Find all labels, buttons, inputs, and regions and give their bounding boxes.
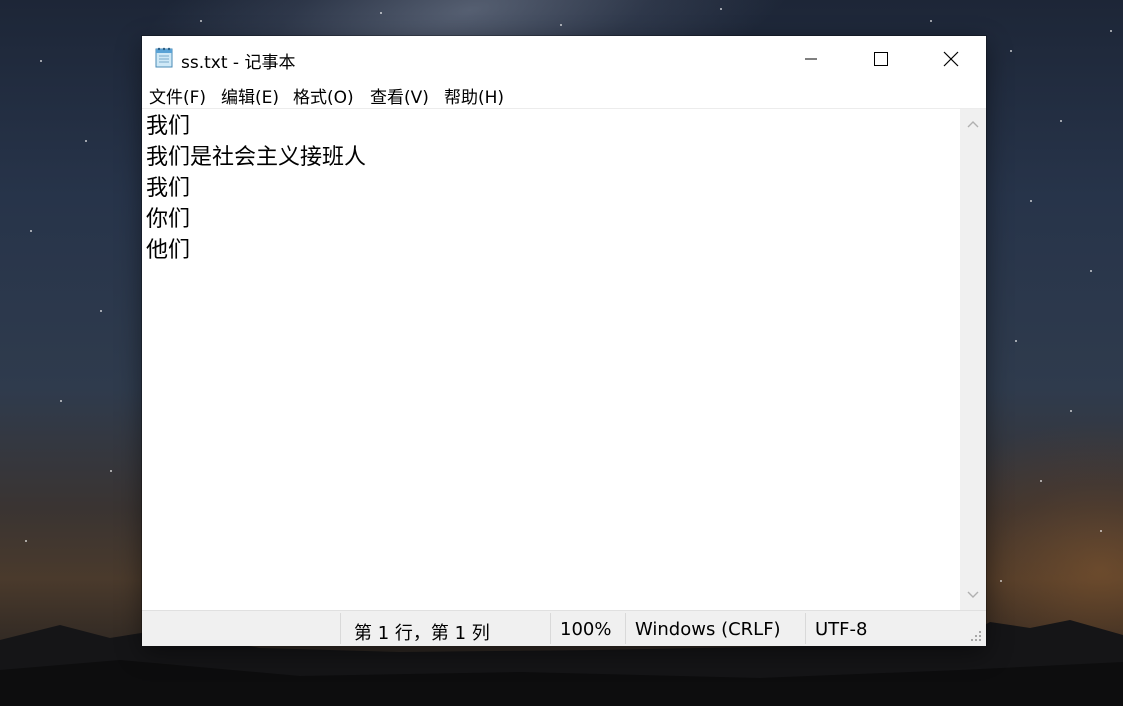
line-ending: Windows (CRLF): [635, 619, 781, 640]
editor-line: 我们: [146, 114, 191, 139]
close-icon: [943, 51, 959, 66]
resize-grip-icon[interactable]: [970, 630, 982, 642]
scroll-up-button[interactable]: [960, 111, 986, 137]
cursor-position: 第 1 行，第 1 列: [354, 623, 490, 644]
menu-file[interactable]: 文件(F): [147, 83, 208, 108]
menu-bar: 文件(F) 编辑(E) 格式(O) 查看(V) 帮助(H): [142, 81, 986, 109]
status-divider: [805, 613, 806, 644]
editor-line: 我们是社会主义接班人: [146, 145, 367, 170]
scroll-down-button[interactable]: [960, 582, 986, 608]
status-divider: [625, 613, 626, 644]
editor-line: 你们: [146, 207, 191, 232]
vertical-scrollbar[interactable]: [960, 109, 986, 610]
text-editor[interactable]: 我们 我们是社会主义接班人 我们 你们 他们: [142, 109, 960, 610]
chevron-down-icon: [967, 591, 979, 598]
status-divider: [340, 613, 341, 644]
close-button[interactable]: [928, 36, 974, 81]
title-bar[interactable]: ss.txt - 记事本: [142, 36, 986, 81]
menu-view[interactable]: 查看(V): [368, 83, 431, 108]
minimize-button[interactable]: [788, 36, 834, 81]
window-title: ss.txt - 记事本: [181, 53, 296, 73]
maximize-button[interactable]: [858, 36, 904, 81]
editor-line: 我们: [146, 176, 191, 201]
chevron-up-icon: [967, 121, 979, 128]
status-divider: [550, 613, 551, 644]
zoom-level: 100%: [560, 619, 612, 640]
editor-line: 他们: [146, 238, 191, 263]
maximize-icon: [874, 51, 888, 66]
menu-edit[interactable]: 编辑(E): [219, 83, 281, 108]
encoding: UTF-8: [815, 619, 868, 640]
notepad-window: ss.txt - 记事本 文件(F) 编辑(E) 格式(O) 查看(V) 帮助(…: [142, 36, 986, 646]
menu-format[interactable]: 格式(O): [291, 83, 356, 108]
menu-help[interactable]: 帮助(H): [442, 83, 506, 108]
minimize-icon: [805, 58, 817, 59]
notepad-icon: [155, 47, 173, 68]
status-bar: 第 1 行，第 1 列 100% Windows (CRLF) UTF-8: [142, 610, 986, 646]
